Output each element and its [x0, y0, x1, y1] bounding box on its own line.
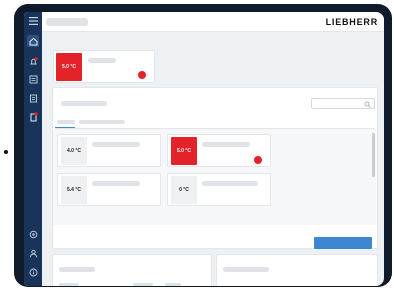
- appliance-card[interactable]: 5.0 °C: [167, 134, 271, 167]
- temperature-tile: 4.0 °C: [61, 137, 87, 165]
- bottom-left-card: [52, 254, 212, 286]
- appliance-card[interactable]: 4.0 °C: [57, 134, 161, 167]
- temperature-tile: 5.4 °C: [61, 176, 87, 204]
- bottom-right-card: [216, 254, 378, 286]
- temperature-tile: 0 °C: [171, 176, 197, 204]
- appliance-grid: 4.0 °C 5.0 °C 5.4 °C 0 °C: [53, 129, 377, 225]
- sidebar: [24, 12, 42, 286]
- scrollbar[interactable]: [372, 133, 375, 177]
- temperature-tile: 5.0 °C: [171, 137, 197, 165]
- alert-indicator: [138, 71, 146, 79]
- appliance-name-placeholder: [92, 181, 140, 186]
- appliance-name-placeholder: [88, 58, 116, 63]
- appliance-card[interactable]: 0 °C: [167, 173, 271, 206]
- appliance-list-panel: 4.0 °C 5.0 °C 5.4 °C 0 °C: [52, 87, 378, 249]
- alert-indicator: [254, 156, 262, 164]
- card-title-placeholder: [59, 267, 95, 272]
- settings-icon[interactable]: [27, 228, 39, 240]
- help-icon[interactable]: [27, 266, 39, 278]
- menu-icon[interactable]: [27, 15, 39, 27]
- device-icon[interactable]: [27, 111, 39, 123]
- app-screen: LIEBHERR 5.0 °C 4.0 °C 5.0 °C 5.4 °C 0 °…: [24, 12, 384, 286]
- decorative-dot: [4, 150, 8, 154]
- page-title-placeholder: [46, 18, 88, 26]
- list-icon[interactable]: [27, 73, 39, 85]
- card-text-placeholder: [133, 283, 153, 286]
- bell-icon[interactable]: [27, 55, 39, 67]
- appliance-name-placeholder: [92, 142, 140, 147]
- tab-inactive[interactable]: [79, 120, 125, 124]
- temperature-tile: 5.0 °C: [56, 53, 82, 81]
- card-title-placeholder: [223, 267, 269, 272]
- featured-appliance-card[interactable]: 5.0 °C: [53, 50, 155, 83]
- brand-logo: LIEBHERR: [325, 17, 378, 27]
- section-title-placeholder: [61, 101, 107, 106]
- document-icon[interactable]: [27, 92, 39, 104]
- primary-action-button[interactable]: [314, 237, 372, 249]
- search-icon: [364, 101, 371, 108]
- card-text-placeholder: [165, 283, 181, 286]
- appliance-card[interactable]: 5.4 °C: [57, 173, 161, 206]
- search-input[interactable]: [311, 98, 375, 109]
- top-bar: LIEBHERR: [42, 12, 384, 32]
- tab-active[interactable]: [57, 120, 75, 124]
- appliance-name-placeholder: [202, 181, 258, 186]
- appliance-name-placeholder: [202, 142, 250, 147]
- user-icon[interactable]: [27, 247, 39, 259]
- card-text-placeholder: [59, 283, 79, 286]
- home-icon[interactable]: [27, 35, 39, 47]
